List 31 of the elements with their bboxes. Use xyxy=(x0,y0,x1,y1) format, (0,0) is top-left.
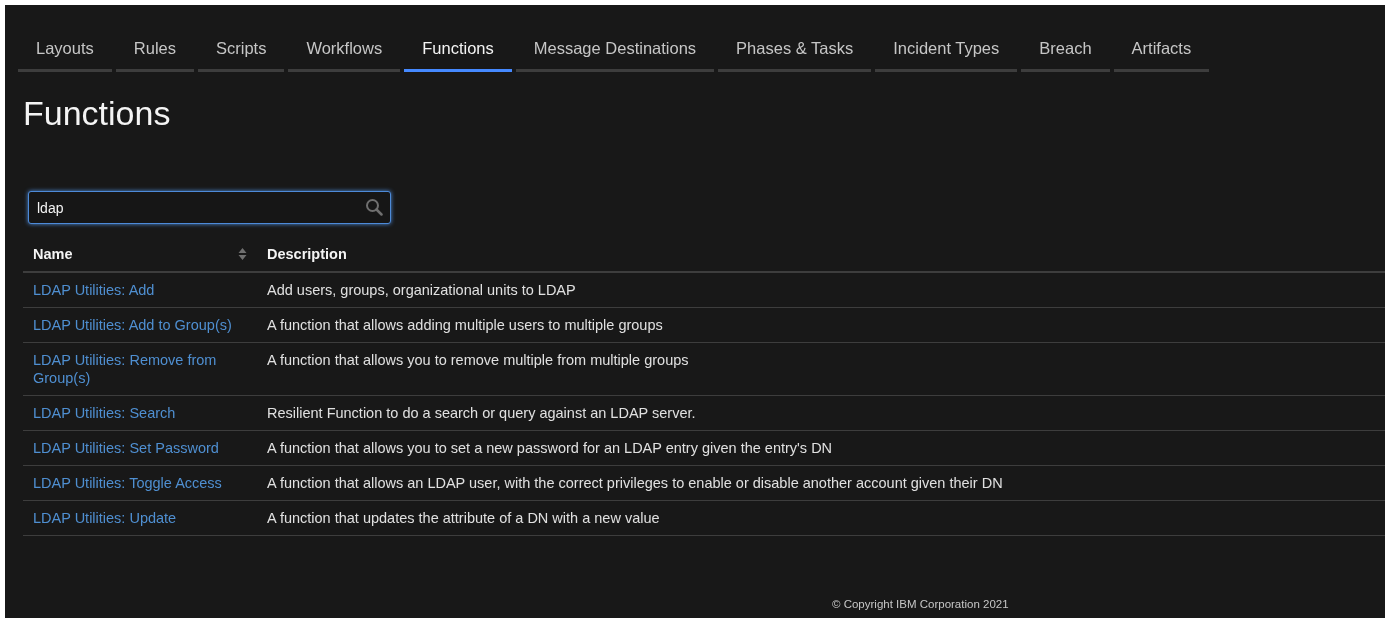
table-cell: A function that allows an LDAP user, with the correct privileges to enable or disable another account given their DN xyxy=(257,465,1385,501)
search-icon[interactable] xyxy=(365,198,383,216)
function-link[interactable]: LDAP Utilities: Add xyxy=(33,281,247,299)
column-header[interactable]: Name xyxy=(33,246,73,262)
function-link[interactable]: LDAP Utilities: Set Password xyxy=(33,439,247,457)
column-header: Description xyxy=(257,238,1385,272)
table-cell: Resilient Function to do a search or query against an LDAP server. xyxy=(257,395,1385,431)
tab[interactable]: Breach xyxy=(1021,33,1110,72)
function-link[interactable]: LDAP Utilities: Update xyxy=(33,509,247,527)
table-cell: A function that allows you to set a new password for an LDAP entry given the entry's DN xyxy=(257,430,1385,466)
sort-icon[interactable] xyxy=(238,247,247,261)
tab[interactable]: Workflows xyxy=(288,33,401,72)
tab[interactable]: Functions xyxy=(404,33,512,72)
tab[interactable]: Incident Types xyxy=(875,33,1018,72)
page-title: Functions xyxy=(23,94,172,133)
function-link[interactable]: LDAP Utilities: Remove from Group(s) xyxy=(33,351,247,387)
table-cell: Add users, groups, organizational units to LDAP xyxy=(257,272,1385,308)
function-link[interactable]: LDAP Utilities: Search xyxy=(33,404,247,422)
function-link[interactable]: LDAP Utilities: Toggle Access xyxy=(33,474,247,492)
tab[interactable]: Layouts xyxy=(18,33,112,72)
tab[interactable]: Rules xyxy=(115,33,194,72)
tab[interactable]: Artifacts xyxy=(1113,33,1210,72)
tab[interactable]: Message Destinations xyxy=(515,33,715,72)
tab[interactable]: Scripts xyxy=(198,33,285,72)
search-field[interactable]: ldap xyxy=(28,191,391,224)
table-cell: A function that updates the attribute of a DN with a new value xyxy=(257,500,1385,536)
table-cell: A function that allows adding multiple users to multiple groups xyxy=(257,307,1385,343)
function-link[interactable]: LDAP Utilities: Add to Group(s) xyxy=(33,316,247,334)
copyright-text: © Copyright IBM Corporation 2021 xyxy=(831,598,1010,612)
tab[interactable]: Phases & Tasks xyxy=(718,33,872,72)
table-cell: A function that allows you to remove multiple from multiple groups xyxy=(257,342,1385,396)
